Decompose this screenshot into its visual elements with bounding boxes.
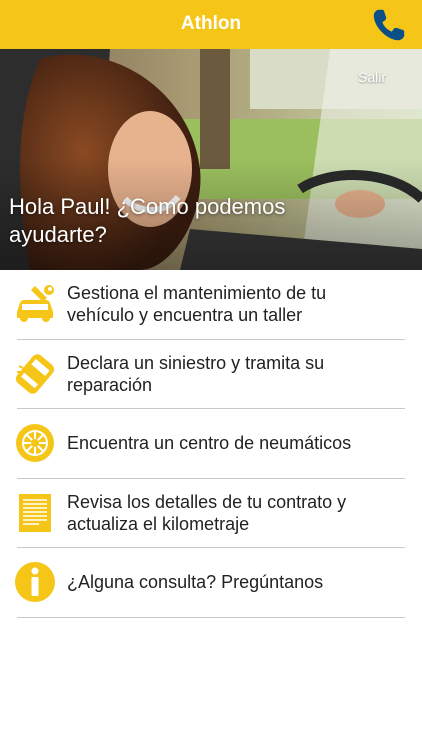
app-header: Athlon [0, 0, 422, 49]
tire-icon [16, 424, 54, 463]
menu-item-maintenance[interactable]: Gestiona el mantenimiento de tu vehículo… [17, 270, 405, 340]
menu-item-contract[interactable]: Revisa los detalles de tu contrato y act… [17, 479, 405, 548]
greeting-text: Hola Paul! ¿Como podemos ayudarte? [9, 194, 286, 247]
menu-item-tires[interactable]: Encuentra un centro de neumáticos [16, 409, 405, 479]
menu-item-claim[interactable]: Declara un siniestro y tramita su repara… [15, 340, 405, 409]
app-title: Athlon [180, 13, 242, 34]
contract-document-icon [19, 493, 51, 532]
info-icon [15, 562, 55, 603]
logout-link[interactable]: Salir [358, 69, 386, 85]
menu-item-label: ¿Alguna consulta? Pregúntanos [67, 572, 324, 593]
crashed-car-icon [15, 354, 55, 394]
phone-icon[interactable] [370, 6, 408, 44]
menu-item-label: Revisa los detalles de tu contrato y act… [67, 491, 347, 534]
menu-item-label: Encuentra un centro de neumáticos [67, 433, 352, 454]
menu-item-label: Gestiona el mantenimiento de tu vehículo… [67, 283, 327, 326]
menu-item-questions[interactable]: ¿Alguna consulta? Pregúntanos [15, 548, 405, 618]
menu-item-label: Declara un siniestro y tramita su repara… [67, 352, 325, 395]
car-wrench-icon [17, 285, 54, 323]
hero-banner: Salir Hola Paul! ¿Como podemos ayudarte? [0, 49, 422, 270]
main-menu: Gestiona el mantenimiento de tu vehículo… [0, 270, 422, 618]
